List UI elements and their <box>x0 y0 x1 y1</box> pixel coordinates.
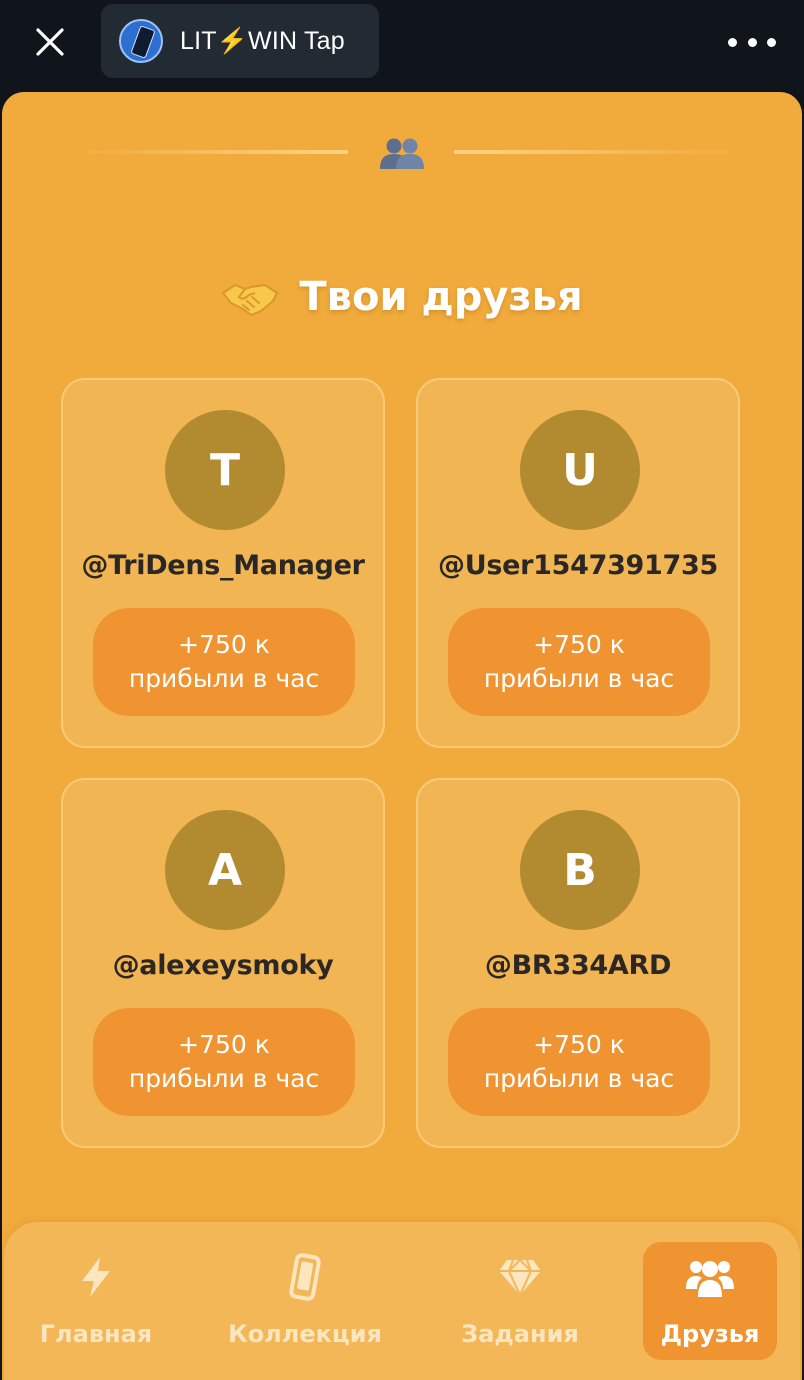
friend-card: U @User1547391735 +750 к прибыли в час <box>416 378 740 748</box>
friend-username: @BR334ARD <box>484 950 672 981</box>
profit-caption: прибыли в час <box>483 664 675 693</box>
close-button[interactable] <box>20 12 80 72</box>
app-title: LIT⚡WIN Tap <box>180 26 345 55</box>
profit-caption: прибыли в час <box>128 664 320 693</box>
friend-card: T @TriDens_Manager +750 к прибыли в час <box>61 378 385 748</box>
app-logo-icon <box>119 19 163 63</box>
nav-item-friends[interactable]: Друзья <box>643 1242 777 1360</box>
profit-caption: прибыли в час <box>483 1064 675 1093</box>
app-title-chip[interactable]: LIT⚡WIN Tap <box>101 4 379 78</box>
friend-card: A @alexeysmoky +750 к прибыли в час <box>61 778 385 1148</box>
profit-amount: +750 к <box>533 1030 625 1059</box>
more-menu-button[interactable] <box>728 24 776 60</box>
header-divider-left <box>72 150 348 154</box>
avatar: T <box>165 410 285 530</box>
section-title: Твои друзья <box>299 274 583 320</box>
diamond-icon <box>499 1258 541 1297</box>
nav-item-home[interactable]: Главная <box>30 1242 162 1360</box>
profit-badge[interactable]: +750 к прибыли в час <box>93 608 355 716</box>
section-header: Твои друзья <box>2 274 802 320</box>
profit-amount: +750 к <box>178 1030 270 1059</box>
lightning-icon <box>82 1257 110 1297</box>
main-panel: Твои друзья T @TriDens_Manager +750 к пр… <box>2 92 802 1380</box>
profit-badge[interactable]: +750 к прибыли в час <box>93 1008 355 1116</box>
friend-username: @alexeysmoky <box>112 950 334 981</box>
friend-username: @User1547391735 <box>438 550 718 581</box>
avatar: B <box>520 810 640 930</box>
nav-label: Друзья <box>660 1320 760 1348</box>
friends-icon <box>686 1261 734 1297</box>
profit-badge[interactable]: +750 к прибыли в час <box>448 1008 710 1116</box>
bottom-navigation: Главная Коллекция Задания Друзья <box>4 1222 800 1380</box>
profit-amount: +750 к <box>533 630 625 659</box>
avatar: A <box>165 810 285 930</box>
handshake-icon <box>221 283 279 317</box>
phone-icon <box>289 1253 321 1301</box>
friend-card: B @BR334ARD +750 к прибыли в час <box>416 778 740 1148</box>
dot-icon <box>747 37 757 47</box>
telegram-header: LIT⚡WIN Tap <box>0 0 804 92</box>
profit-badge[interactable]: +750 к прибыли в час <box>448 608 710 716</box>
nav-item-tasks[interactable]: Задания <box>456 1242 584 1360</box>
nav-label: Коллекция <box>228 1320 382 1348</box>
nav-item-collection[interactable]: Коллекция <box>228 1242 382 1360</box>
profit-caption: прибыли в час <box>128 1064 320 1093</box>
close-icon <box>36 28 64 56</box>
avatar: U <box>520 410 640 530</box>
people-icon <box>380 138 424 169</box>
profit-amount: +750 к <box>178 630 270 659</box>
dot-icon <box>767 37 776 47</box>
nav-label: Главная <box>39 1320 153 1348</box>
nav-label: Задания <box>461 1320 579 1348</box>
dot-icon <box>728 37 737 47</box>
header-divider-right <box>454 150 742 154</box>
friend-username: @TriDens_Manager <box>81 550 365 581</box>
